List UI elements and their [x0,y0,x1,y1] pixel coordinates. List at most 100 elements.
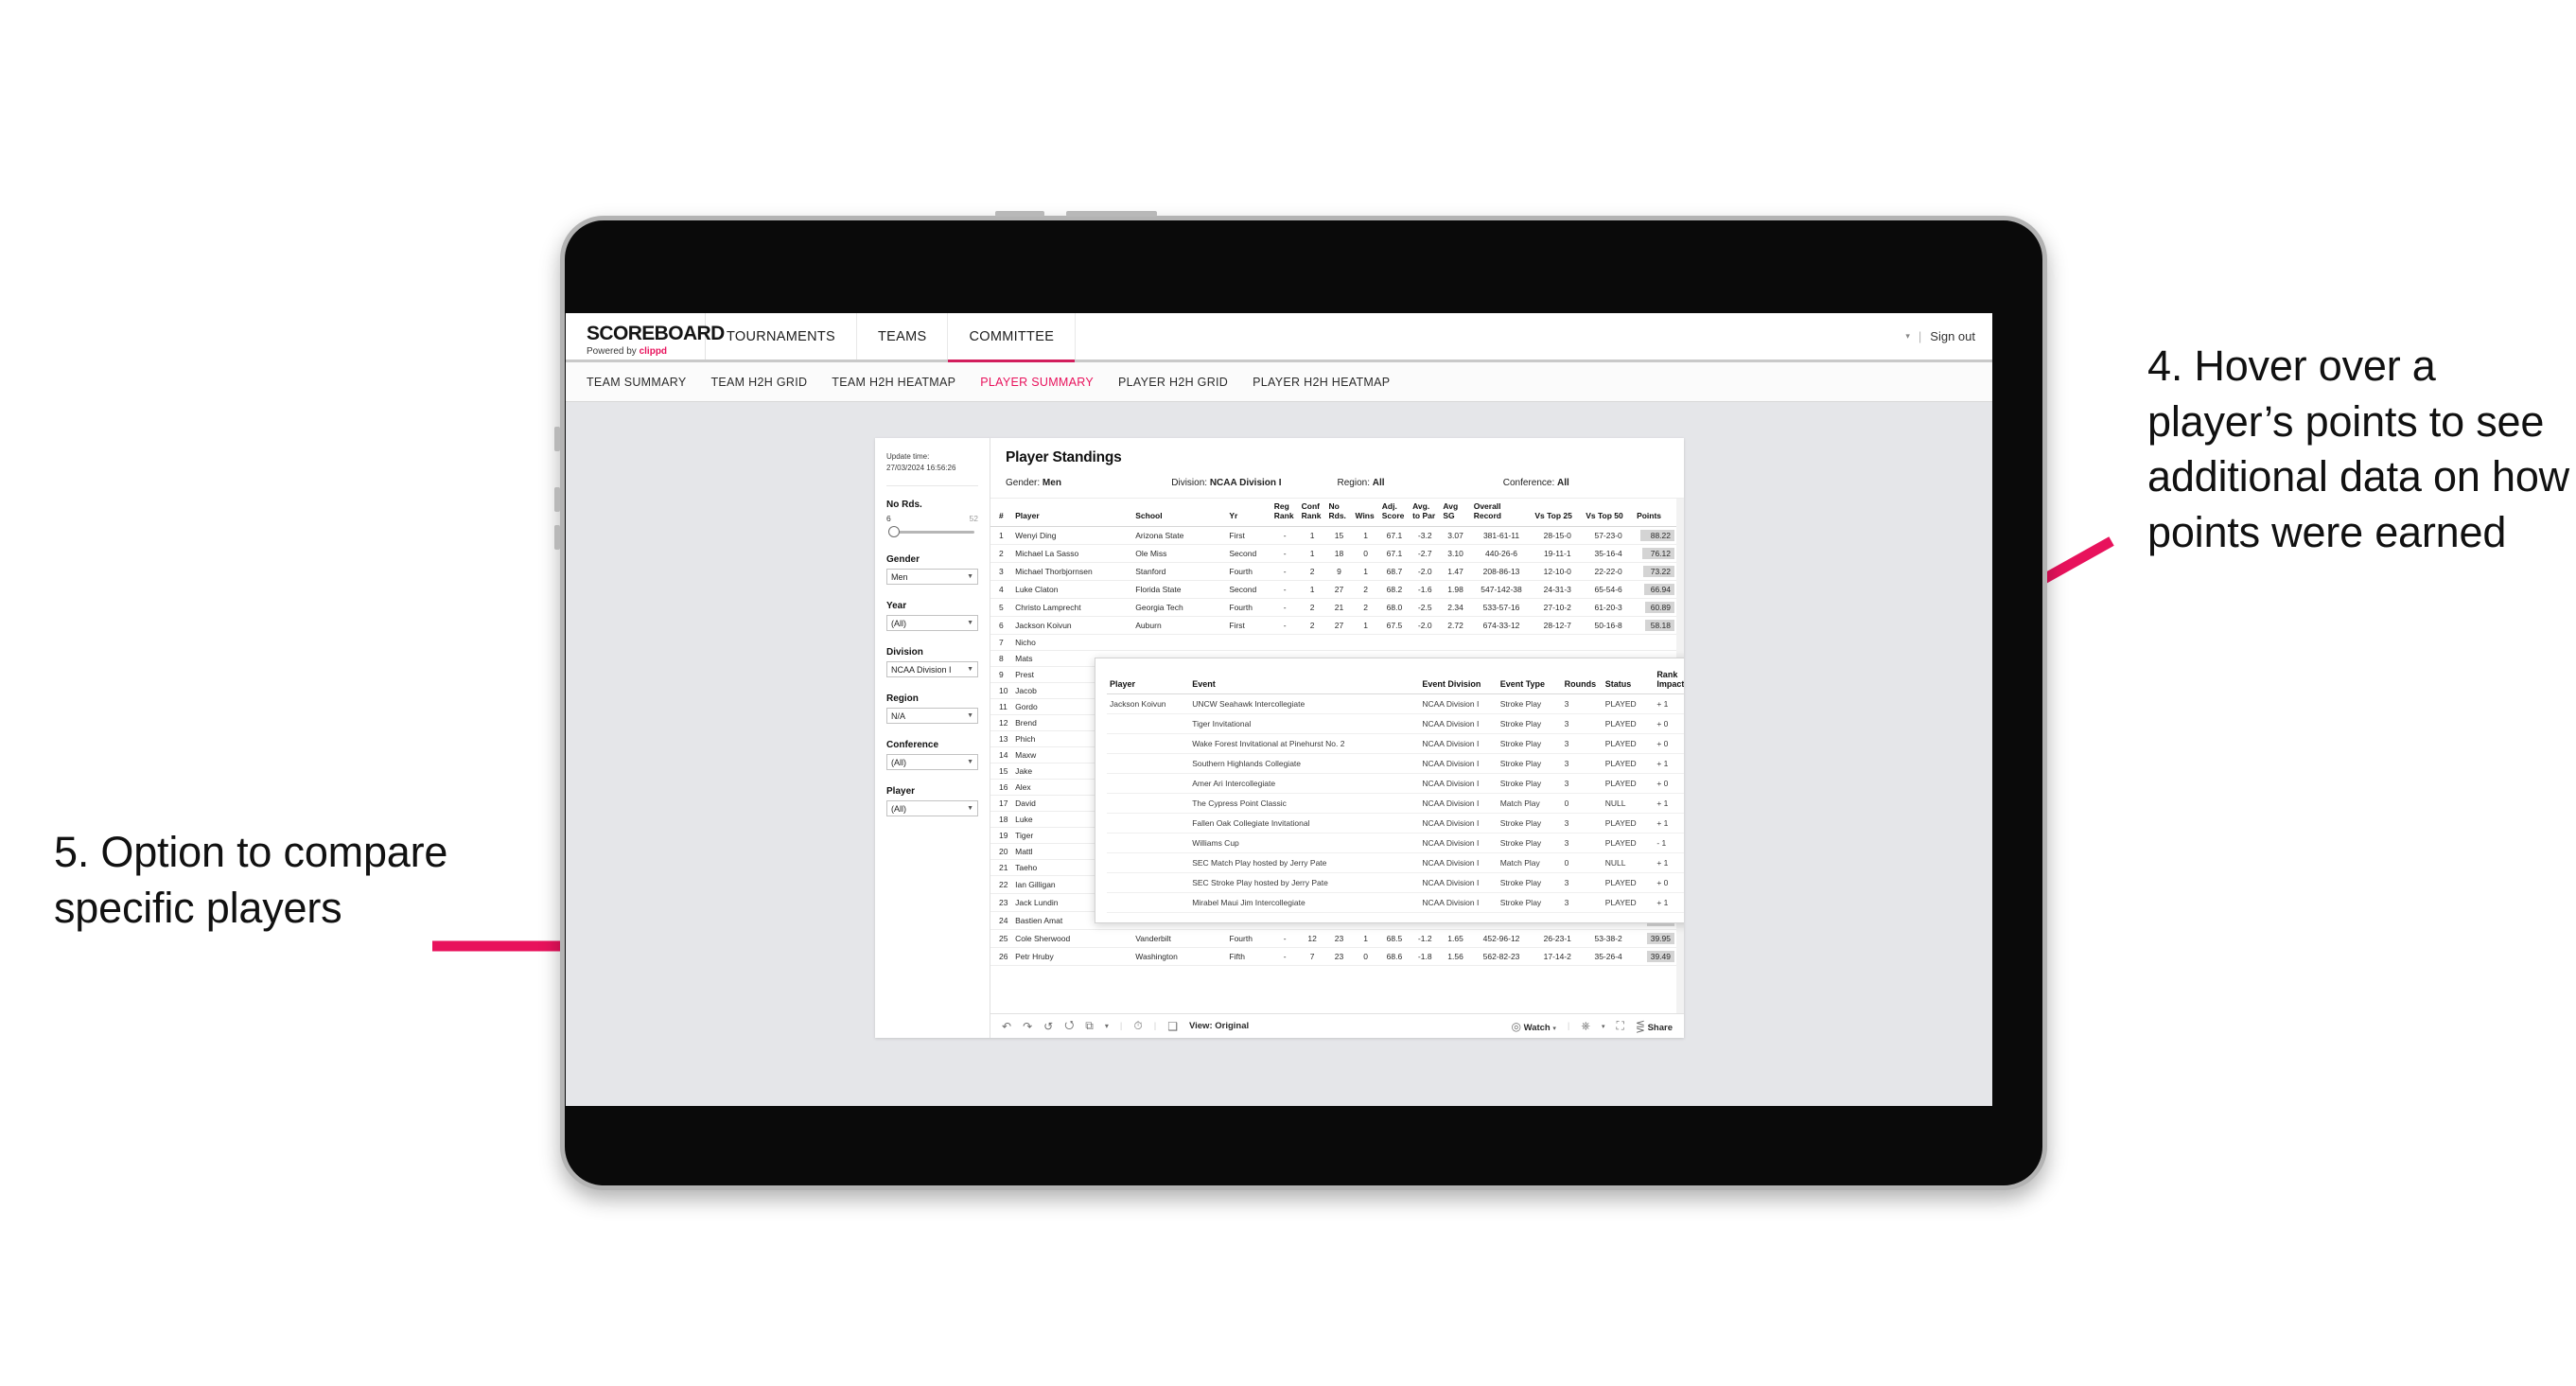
tooltip-row: The Cypress Point Classic NCAA Division I… [1107,793,1684,815]
topnav-tournaments[interactable]: TOURNAMENTS [706,313,858,360]
table-row[interactable]: 6 Jackson Koivun Auburn First -2 27 1 67.5 -2.0 2… [990,616,1684,636]
col-vs-top-25[interactable]: Vs Top 25 [1532,499,1584,528]
cell-school: Stanford [1132,562,1227,582]
filter-region-label: Region [886,693,919,705]
col-adj-score[interactable]: Adj. Score [1378,499,1411,528]
tip-cell-event: Mirabel Maui Jim Intercollegiate [1189,892,1420,914]
app-subnav: TEAM SUMMARY TEAM H2H GRID TEAM H2H HEAT… [566,362,1992,402]
cell-conf-rank: 1 [1298,544,1326,564]
subnav-player-h2h-heatmap[interactable]: PLAYER H2H HEATMAP [1253,376,1390,389]
cell-rank: 17 [990,795,1013,813]
table-row[interactable]: 4 Luke Claton Florida State Second -1 27 2 68.2… [990,580,1684,600]
subnav-player-h2h-grid[interactable]: PLAYER H2H GRID [1118,376,1228,389]
tooltip-row: SEC Match Play hosted by Jerry Pate NCAA … [1107,852,1684,874]
col-reg-rank[interactable]: Reg Rank [1270,499,1299,528]
tip-cell-rounds: 3 [1561,693,1603,715]
col-rank[interactable]: # [990,499,1013,528]
cell-adj-score: 68.7 [1378,562,1411,582]
filter-gender-select[interactable]: Men ▼ [886,569,978,586]
col-yr[interactable]: Yr [1226,499,1271,528]
table-row[interactable]: 1 Wenyi Ding Arizona State First -1 15 1 67.1 -3… [990,526,1684,546]
slider-bar [890,531,974,535]
tip-col-player: Player [1107,667,1190,695]
table-row[interactable]: 3 Michael Thorbjornsen Stanford Fourth -2 9 1 6… [990,562,1684,582]
col-school[interactable]: School [1132,499,1227,528]
table-row[interactable]: 5 Christo Lamprecht Georgia Tech Fourth -2 21… [990,598,1684,618]
more-caret-icon[interactable]: ▾ [1105,1022,1109,1030]
filter-year-select[interactable]: (All) ▼ [886,615,978,632]
pause-icon[interactable]: ⧉ [1085,1019,1094,1033]
tip-cell-status: NULL [1602,852,1655,874]
col-wins[interactable]: Wins [1352,499,1379,528]
col-overall-record[interactable]: Overall Record [1470,499,1533,528]
subnav-team-h2h-heatmap[interactable]: TEAM H2H HEATMAP [832,376,955,389]
filter-division-select[interactable]: NCAA Division I ▼ [886,661,978,678]
filter-player-select[interactable]: (All) ▼ [886,800,978,817]
watch-group[interactable]: ◎ Watch ▾ [1511,1020,1555,1033]
cell-avg-sg: 1.98 [1440,580,1471,600]
cell-no-rds [1325,634,1353,652]
topnav-committee[interactable]: COMMITTEE [948,313,1077,362]
cell-conf-rank: 1 [1298,580,1326,600]
cell-rank: 7 [990,634,1013,652]
filter-conference-select[interactable]: (All) ▼ [886,754,978,771]
download-icon[interactable]: ⎈ [1581,1019,1590,1033]
no-rounds-slider[interactable] [886,525,978,538]
subnav-player-summary[interactable]: PLAYER SUMMARY [980,376,1094,389]
chevron-down-icon: ▼ [967,759,973,766]
col-avg-to-par[interactable]: Avg. to Par [1410,499,1441,528]
meta-region-value: All [1372,478,1385,488]
table-row[interactable]: 26 Petr Hruby Washington Fifth -7 23 0 68.6 -1.8… [990,947,1684,967]
col-player[interactable]: Player [1012,499,1133,528]
col-conf-rank[interactable]: Conf Rank [1298,499,1326,528]
tip-cell-player: Jackson Koivun [1107,693,1190,715]
undo-icon[interactable]: ↶ [1002,1020,1011,1033]
slider-handle[interactable] [888,526,900,538]
clock-icon[interactable]: ⏱ [1133,1019,1142,1033]
cell-rank: 18 [990,811,1013,829]
tip-cell-status: PLAYED [1602,693,1655,715]
redo-icon[interactable]: ↷ [1023,1020,1032,1033]
subnav-team-summary[interactable]: TEAM SUMMARY [587,376,686,389]
cell-rank: 25 [990,929,1013,949]
filter-region-select[interactable]: N/A ▼ [886,708,978,725]
share-group[interactable]: ⋚ Share [1636,1020,1673,1033]
cell-yr: Fifth [1226,947,1271,967]
chevron-down-icon[interactable]: ▾ [1602,1023,1605,1030]
cell-rank: 24 [990,911,1013,931]
device-button-top-left [995,211,1044,217]
user-caret-icon[interactable]: ▾ [1905,331,1910,342]
cell-yr [1226,634,1271,652]
device-button-side-2 [554,487,560,512]
refresh-icon[interactable]: ⭯ [1064,1016,1074,1036]
update-time-label: Update time: [886,452,930,461]
col-no-rds[interactable]: No Rds. [1325,499,1353,528]
brand-powered-by: Powered by clippd [587,346,705,357]
view-original-label[interactable]: View: Original [1189,1021,1249,1031]
topnav-teams[interactable]: TEAMS [857,313,949,360]
sign-out-link[interactable]: Sign out [1930,329,1975,343]
cell-rank: 8 [990,650,1013,668]
cell-no-rds: 9 [1325,562,1353,582]
col-avg-sg[interactable]: Avg SG [1440,499,1471,528]
subnav-team-h2h-grid[interactable]: TEAM H2H GRID [710,376,807,389]
cell-player: Luke Claton [1012,580,1133,600]
table-row[interactable]: 7 Nicho [990,634,1684,652]
tip-cell-type: Stroke Play [1497,713,1562,735]
table-row[interactable]: 25 Cole Sherwood Vanderbilt Fourth -12 23 1 68.… [990,929,1684,949]
table-row[interactable]: 2 Michael La Sasso Ole Miss Second -1 18 0 67.1… [990,544,1684,564]
revert-icon[interactable]: ↺ [1043,1020,1053,1033]
cell-rank: 22 [990,875,1013,895]
col-vs-top-50[interactable]: Vs Top 50 [1583,499,1635,528]
fullscreen-icon[interactable]: ⛶ [1616,1019,1623,1033]
cell-player: Christo Lamprecht [1012,598,1133,618]
cell-avg-sg: 3.07 [1440,526,1471,546]
workbook-canvas: Update time: 27/03/2024 16:56:26 No Rds.… [566,402,1992,1106]
tip-cell-type: Stroke Play [1497,773,1562,795]
cell-school [1132,634,1227,652]
filter-gender-label: Gender [886,554,920,566]
cell-conf-rank: 2 [1298,562,1326,582]
brand-logo[interactable]: SCOREBOARD Powered by clippd [566,313,725,360]
cell-avg-to-par [1410,634,1441,652]
tip-cell-event: Southern Highlands Collegiate [1189,753,1420,775]
